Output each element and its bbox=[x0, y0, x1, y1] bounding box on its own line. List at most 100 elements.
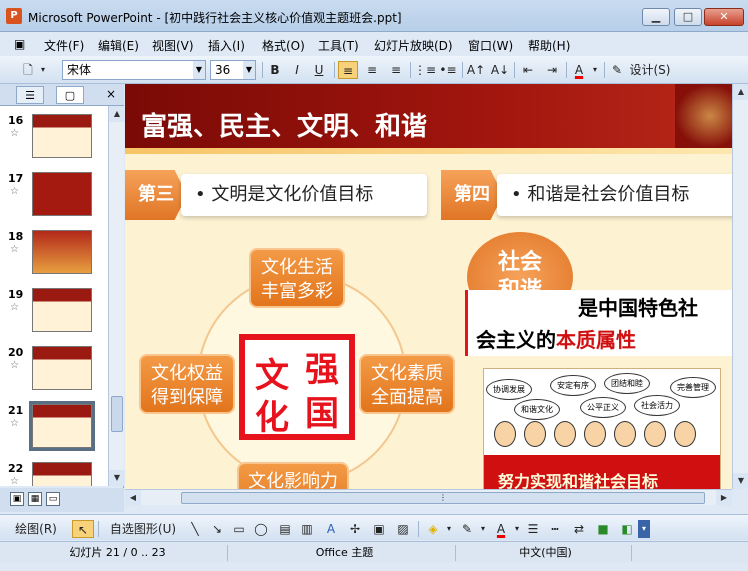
chevron-down-icon[interactable]: ▼ bbox=[243, 61, 255, 79]
new-dropdown-icon[interactable]: ▾ bbox=[38, 61, 48, 79]
close-button[interactable]: ✕ bbox=[704, 8, 744, 26]
section-three[interactable]: 第三 • 文明是文化价值目标 bbox=[125, 170, 435, 220]
select-pointer-icon[interactable]: ↖ bbox=[72, 520, 94, 538]
slide-preview[interactable] bbox=[32, 462, 92, 486]
line-icon[interactable]: ╲ bbox=[186, 520, 204, 538]
slide-preview[interactable] bbox=[32, 230, 92, 274]
menu-tools[interactable]: 工具(T) bbox=[318, 37, 359, 54]
section-four[interactable]: 第四 • 和谐是社会价值目标 bbox=[441, 170, 732, 220]
menu-edit[interactable]: 编辑(E) bbox=[98, 37, 139, 54]
dash-style-icon[interactable]: ┅ bbox=[546, 520, 564, 538]
scroll-thumb[interactable]: ⋮ bbox=[181, 492, 705, 504]
bold-button[interactable]: B bbox=[266, 61, 284, 79]
font-name-combo[interactable]: 宋体 ▼ bbox=[62, 60, 206, 80]
scroll-thumb[interactable] bbox=[111, 396, 123, 432]
picture-icon[interactable]: ▨ bbox=[394, 520, 412, 538]
increase-font-icon[interactable]: A↑ bbox=[466, 61, 486, 79]
outline-tab[interactable]: ☰ bbox=[16, 86, 44, 104]
slide-preview[interactable] bbox=[32, 114, 92, 158]
menu-help[interactable]: 帮助(H) bbox=[528, 37, 570, 54]
slide-thumbnail[interactable]: 17 ☆ bbox=[0, 170, 108, 228]
slide-thumbnail[interactable]: 22 ☆ bbox=[0, 460, 108, 486]
slide-thumbnail[interactable]: 16 ☆ bbox=[0, 112, 108, 170]
culture-quality-box[interactable]: 文化素质 全面提高 bbox=[359, 354, 455, 414]
3d-icon[interactable]: ◧ bbox=[618, 520, 636, 538]
menu-slideshow[interactable]: 幻灯片放映(D) bbox=[374, 37, 453, 54]
align-right-icon[interactable]: ≡ bbox=[386, 61, 406, 79]
harmony-statement[interactable]: 是中国特色社 会主义的本质属性 bbox=[465, 290, 732, 356]
maximize-button[interactable]: □ bbox=[674, 8, 702, 26]
autoshapes-button[interactable]: 自选图形(U) bbox=[104, 520, 182, 538]
italic-button[interactable]: I bbox=[288, 61, 306, 79]
slide-canvas[interactable]: 富强、民主、文明、和谐 第三 • 文明是文化价值目标 第四 • 和谐是社会价值目… bbox=[125, 84, 732, 489]
fill-color-icon[interactable]: ◈ bbox=[424, 520, 442, 538]
wordart-icon[interactable]: A bbox=[322, 520, 340, 538]
slide-thumbnail[interactable]: 20 ☆ bbox=[0, 344, 108, 402]
menu-format[interactable]: 格式(O) bbox=[262, 37, 305, 54]
normal-view-icon[interactable]: ▣ bbox=[10, 492, 24, 506]
bullet-list-icon[interactable]: •≡ bbox=[438, 61, 458, 79]
menu-file[interactable]: 文件(F) bbox=[44, 37, 84, 54]
menu-insert[interactable]: 插入(I) bbox=[208, 37, 245, 54]
arrow-icon[interactable]: ↘ bbox=[208, 520, 226, 538]
culture-life-box[interactable]: 文化生活 丰富多彩 bbox=[249, 248, 345, 308]
new-icon[interactable]: 🗋 bbox=[18, 61, 38, 79]
underline-button[interactable]: U bbox=[310, 61, 328, 79]
close-icon[interactable]: × bbox=[106, 87, 116, 101]
culture-influence-box[interactable]: 文化影响力 bbox=[237, 462, 349, 489]
clipart-icon[interactable]: ▣ bbox=[370, 520, 388, 538]
horizontal-scrollbar[interactable]: ◀ ⋮ ▶ bbox=[125, 489, 732, 506]
font-color-icon[interactable]: A bbox=[492, 520, 510, 538]
slide-thumbnail-selected[interactable]: 21 ☆ bbox=[0, 401, 108, 460]
menu-window[interactable]: 窗口(W) bbox=[468, 37, 513, 54]
slide[interactable]: 富强、民主、文明、和谐 第三 • 文明是文化价值目标 第四 • 和谐是社会价值目… bbox=[125, 84, 732, 489]
design-button[interactable]: 设计(S) bbox=[626, 61, 674, 79]
decrease-indent-icon[interactable]: ⇤ bbox=[518, 61, 538, 79]
decrease-font-icon[interactable]: A↓ bbox=[490, 61, 510, 79]
chevron-down-icon[interactable]: ▾ bbox=[478, 520, 488, 538]
slide-thumbnail[interactable]: 18 ☆ bbox=[0, 228, 108, 286]
line-style-icon[interactable]: ☰ bbox=[524, 520, 542, 538]
slide-preview[interactable] bbox=[29, 401, 95, 451]
culture-rights-box[interactable]: 文化权益 得到保障 bbox=[139, 354, 235, 414]
chevron-down-icon[interactable]: ▾ bbox=[590, 61, 600, 79]
font-color-button[interactable]: A bbox=[570, 61, 588, 79]
slide-title[interactable]: 富强、民主、文明、和谐 bbox=[141, 106, 427, 143]
harmony-cartoon[interactable]: 协调发展 安定有序 团结和睦 完善管理 和谐文化 公平正义 社会活力 努力实现和… bbox=[483, 368, 721, 489]
increase-indent-icon[interactable]: ⇥ bbox=[542, 61, 562, 79]
line-color-icon[interactable]: ✎ bbox=[458, 520, 476, 538]
toolbar-options-icon[interactable]: ▾ bbox=[638, 520, 650, 538]
panel-scrollbar[interactable]: ▲ ▼ bbox=[108, 106, 125, 486]
draw-menu-button[interactable]: 绘图(R) bbox=[6, 520, 66, 538]
align-left-icon[interactable]: ≡ bbox=[338, 61, 358, 79]
menu-icon[interactable]: ▣ bbox=[14, 37, 25, 51]
numbered-list-icon[interactable]: ⋮≡ bbox=[414, 61, 436, 79]
slide-preview[interactable] bbox=[32, 346, 92, 390]
scroll-up-icon[interactable]: ▲ bbox=[733, 84, 748, 100]
sorter-view-icon[interactable]: ▦ bbox=[28, 492, 42, 506]
scroll-up-icon[interactable]: ▲ bbox=[109, 106, 125, 122]
slide-preview[interactable] bbox=[32, 172, 92, 216]
rectangle-icon[interactable]: ▭ bbox=[230, 520, 248, 538]
oval-icon[interactable]: ◯ bbox=[252, 520, 270, 538]
slides-tab[interactable]: ▢ bbox=[56, 86, 84, 104]
slide-preview[interactable] bbox=[32, 288, 92, 332]
scroll-left-icon[interactable]: ◀ bbox=[125, 490, 141, 506]
scroll-right-icon[interactable]: ▶ bbox=[716, 490, 732, 506]
chevron-down-icon[interactable]: ▾ bbox=[512, 520, 522, 538]
align-center-icon[interactable]: ≡ bbox=[362, 61, 382, 79]
slide-scrollbar[interactable]: ▲ ▼ bbox=[732, 84, 748, 489]
vertical-textbox-icon[interactable]: ▥ bbox=[298, 520, 316, 538]
textbox-icon[interactable]: ▤ bbox=[276, 520, 294, 538]
diagram-icon[interactable]: ✢ bbox=[346, 520, 364, 538]
minimize-button[interactable]: ▁ bbox=[642, 8, 670, 26]
scroll-down-icon[interactable]: ▼ bbox=[733, 473, 748, 489]
chevron-down-icon[interactable]: ▼ bbox=[193, 61, 205, 79]
slideshow-view-icon[interactable]: ▭ bbox=[46, 492, 60, 506]
culture-stamp[interactable]: 强 国 文 化 bbox=[239, 334, 355, 440]
shadow-icon[interactable]: ■ bbox=[594, 520, 612, 538]
arrow-style-icon[interactable]: ⇄ bbox=[570, 520, 588, 538]
menu-view[interactable]: 视图(V) bbox=[152, 37, 194, 54]
chevron-down-icon[interactable]: ▾ bbox=[444, 520, 454, 538]
font-size-combo[interactable]: 36 ▼ bbox=[210, 60, 256, 80]
